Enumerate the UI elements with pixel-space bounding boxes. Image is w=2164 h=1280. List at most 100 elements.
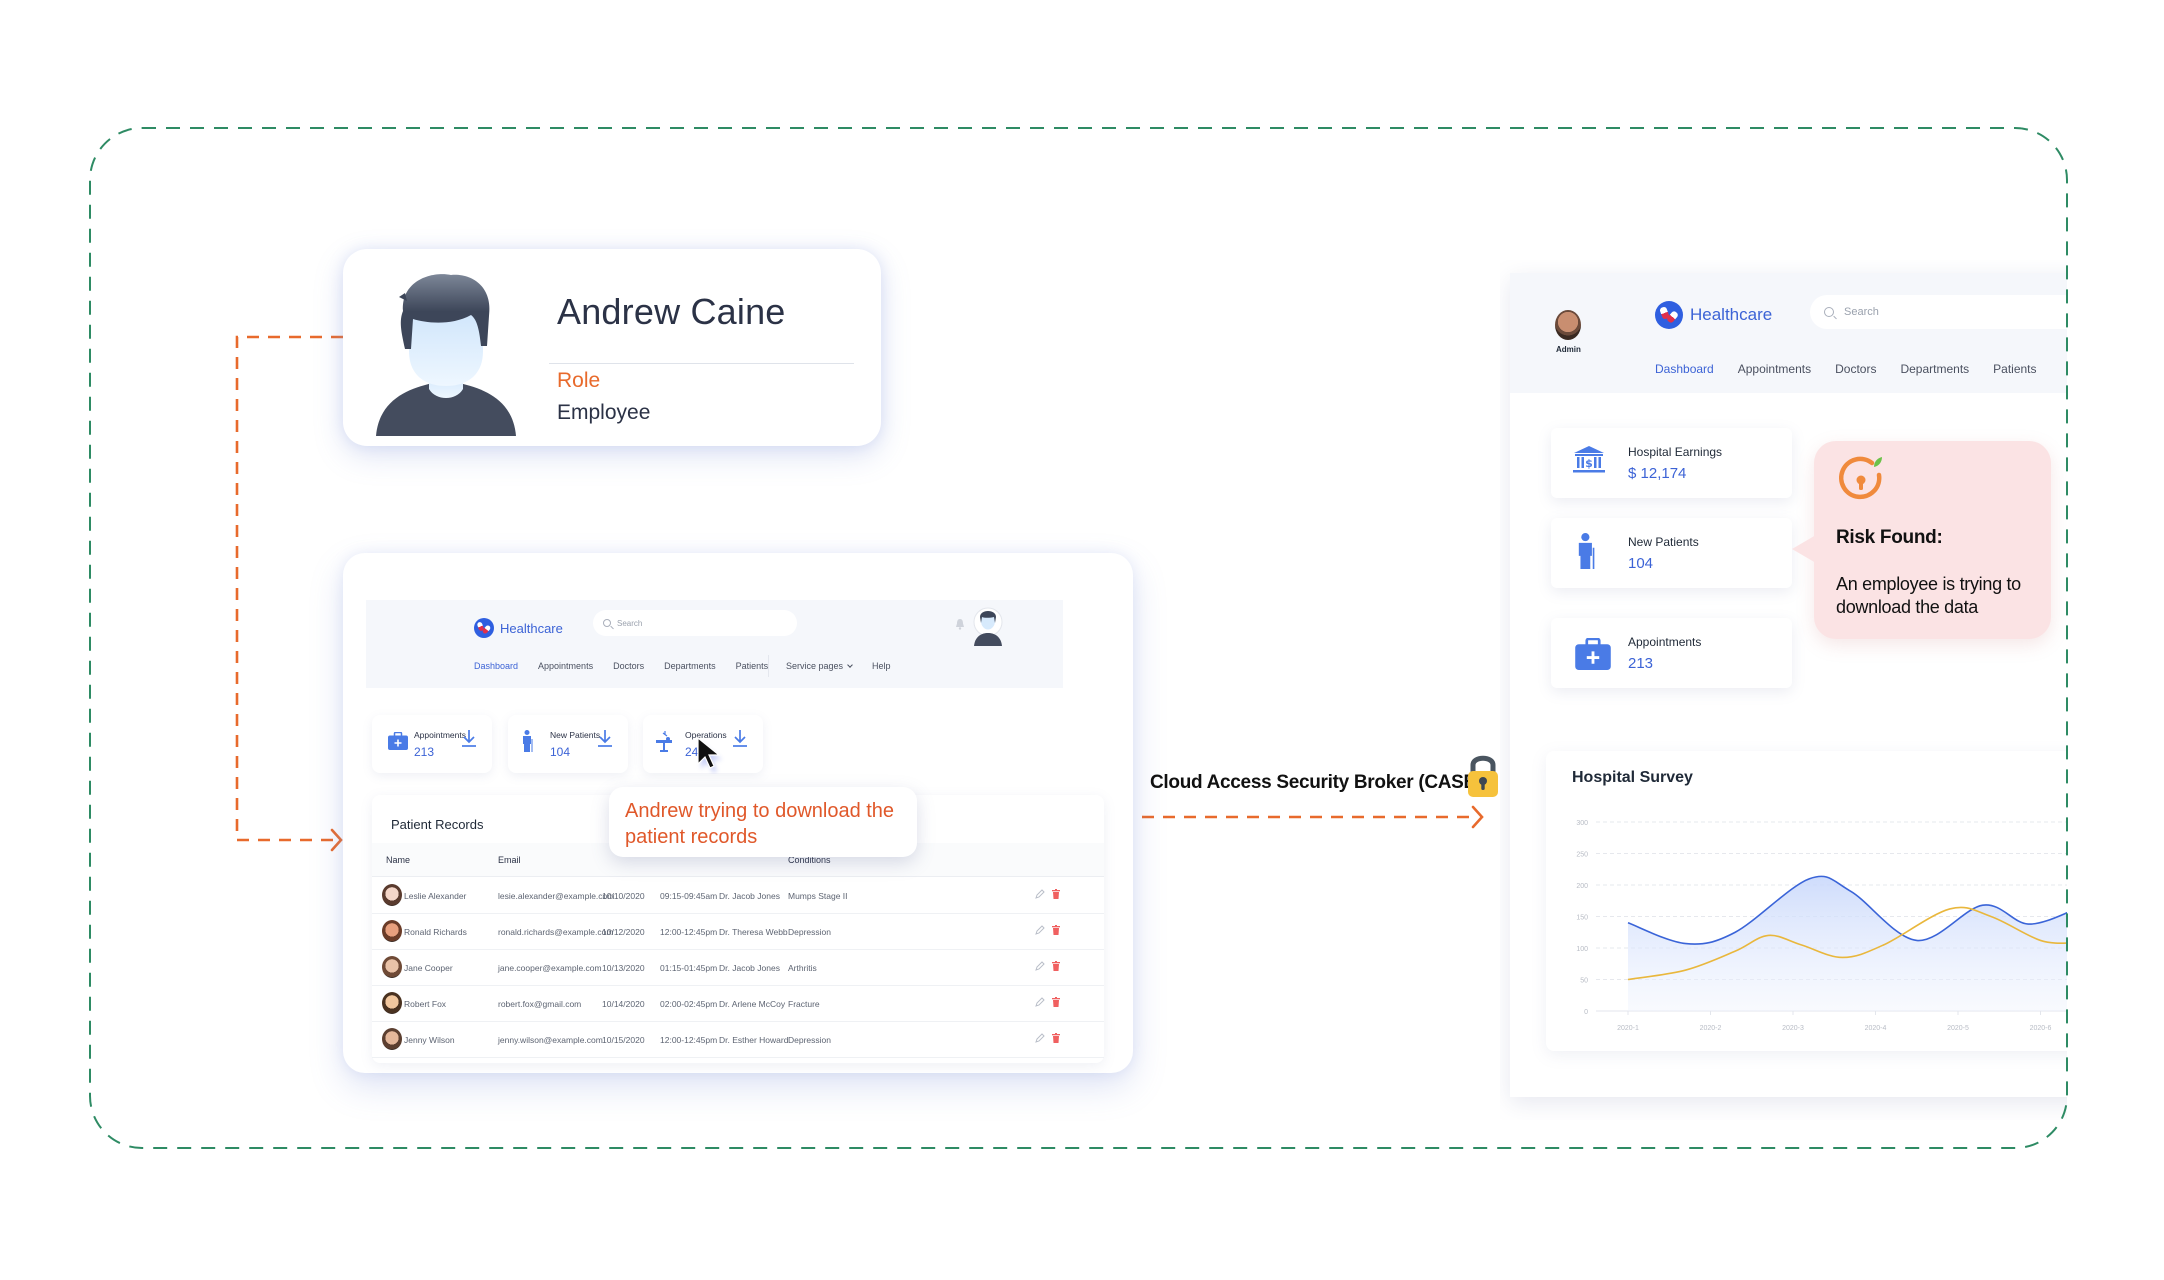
y-tick-label: 300 [1576,820,1588,827]
cell-doctor: Dr. Jacob Jones [719,891,780,901]
nav-departments[interactable]: Departments [664,661,716,671]
patient-icon [1578,533,1595,569]
cell-date: 10/10/2020 [602,891,645,901]
dashboard-header: Healthcare Search Dashboard Appointments… [366,600,1063,688]
y-tick-label: 0 [1584,1009,1588,1016]
employee-dashboard-window: Healthcare Search Dashboard Appointments… [343,553,1133,1073]
service-pages-label: Service pages [786,661,844,671]
nav-doctors[interactable]: Doctors [613,661,644,671]
bell-icon[interactable] [955,618,965,630]
cell-name: Ronald Richards [404,927,467,937]
download-icon[interactable] [461,729,477,747]
nav-help[interactable]: Help [872,661,891,671]
cell-condition: Arthritis [788,963,817,973]
edit-icon[interactable] [1035,997,1045,1007]
role-label: Role [557,369,601,392]
callout-text: Andrew trying to download the patient re… [625,800,895,848]
risk-title: Risk Found: [1836,527,1943,548]
nav-doctors[interactable]: Doctors [1835,362,1876,376]
table-row[interactable]: Robert Fox robert.fox@gmail.com 10/14/2020… [372,986,1104,1022]
delete-icon[interactable] [1052,961,1060,971]
hospital-survey-chart: Hospital Survey 0 50 100 150 200 250 300 2020-1… [1546,751,2067,1051]
nav-appointments[interactable]: Appointments [1738,362,1811,376]
cell-date: 10/15/2020 [602,1035,645,1045]
pills-logo-icon [1655,301,1683,329]
cell-condition: Mumps Stage II [788,891,848,901]
search-input[interactable]: Search [1810,295,2067,329]
admin-avatar[interactable] [1555,310,1581,340]
stat-card-new-patients: New Patients 104 [1551,518,1792,588]
mouse-cursor-icon [697,736,722,773]
delete-icon[interactable] [1052,997,1060,1007]
x-tick-label: 2020-4 [1865,1025,1887,1032]
stat-label: Appointments [1628,635,1702,649]
y-tick-label: 250 [1576,852,1588,859]
edit-icon[interactable] [1035,925,1045,935]
casb-arrow [1142,805,1484,829]
stat-card-hospital-earnings: $ Hospital Earnings $ 12,174 [1551,428,1792,498]
profile-to-dashboard-arrow [235,335,343,852]
cell-date: 10/13/2020 [602,963,645,973]
search-input[interactable]: Search [593,610,797,636]
cell-name: Jenny Wilson [404,1035,455,1045]
user-avatar-icon[interactable] [970,606,1006,646]
delete-icon[interactable] [1052,925,1060,935]
table-row[interactable]: Jane Cooper jane.cooper@example.com 10/13/… [372,950,1104,986]
brand-logo[interactable]: Healthcare [474,618,563,638]
edit-icon[interactable] [1035,961,1045,971]
table-row[interactable]: Ronald Richards ronald.richards@example.c… [372,914,1104,950]
patient-avatar [382,884,402,906]
user-avatar-icon [376,274,516,436]
y-tick-label: 100 [1576,946,1588,953]
nav-dashboard[interactable]: Dashboard [474,661,518,671]
stat-card-appointments: Appointments 213 [372,715,492,773]
stat-value: 213 [414,745,435,759]
table-row[interactable]: Jenny Wilson jenny.wilson@example.com 10/1… [372,1022,1104,1058]
patient-avatar [382,956,402,978]
nav-appointments[interactable]: Appointments [538,661,593,671]
risk-message: An employee is trying to download the da… [1836,574,2021,617]
service-pages-dropdown[interactable]: Service pages [786,661,853,671]
cell-email: jenny.wilson@example.com [498,1035,603,1045]
x-tick-label: 2020-6 [2030,1025,2052,1032]
edit-icon[interactable] [1035,889,1045,899]
table-row[interactable]: Leslie Alexander lesie.alexander@example.… [372,878,1104,914]
divider [549,363,854,364]
pills-logo-icon [474,618,494,638]
cell-time: 12:00-12:45pm [660,1035,718,1045]
column-header-email: Email [498,855,521,865]
nav-departments[interactable]: Departments [1900,362,1969,376]
lock-icon [1468,755,1498,797]
stat-value: 104 [1628,555,1654,572]
cell-condition: Depression [788,927,831,937]
medical-kit-icon [388,732,408,750]
delete-icon[interactable] [1052,1033,1060,1043]
download-icon[interactable] [732,729,748,747]
admin-dashboard-window: Admin Healthcare Search Dashboard Appoin… [1510,273,2067,1097]
y-tick-label: 150 [1576,915,1588,922]
brand-logo[interactable]: Healthcare [1655,301,1772,329]
stat-value: 213 [1628,655,1654,672]
patient-avatar [382,1028,402,1050]
nav-patients[interactable]: Patients [736,661,769,671]
delete-icon[interactable] [1052,889,1060,899]
cell-condition: Depression [788,1035,831,1045]
cell-email: robert.fox@gmail.com [498,999,582,1009]
cell-time: 12:00-12:45pm [660,927,718,937]
security-keyhole-icon [1839,456,1882,500]
search-placeholder: Search [617,618,643,628]
x-tick-label: 2020-3 [1782,1025,1804,1032]
download-icon[interactable] [597,729,613,747]
survey-line-chart: 0 50 100 150 200 250 300 2020-1 2020-2 2020-3 2020… [1576,820,2067,1032]
main-nav: Dashboard Appointments Doctors Departmen… [474,661,768,671]
cell-email: jane.cooper@example.com [498,963,602,973]
cell-name: Robert Fox [404,999,447,1009]
admin-dashboard-viewport: Admin Healthcare Search Dashboard Appoin… [1500,260,2067,1120]
nav-dashboard[interactable]: Dashboard [1655,362,1714,376]
nav-patients[interactable]: Patients [1993,362,2036,376]
cell-condition: Fracture [788,999,820,1009]
stat-value: 104 [550,745,571,759]
edit-icon[interactable] [1035,1033,1045,1043]
cell-time: 09:15-09:45am [660,891,718,901]
column-header-name: Name [386,855,411,865]
